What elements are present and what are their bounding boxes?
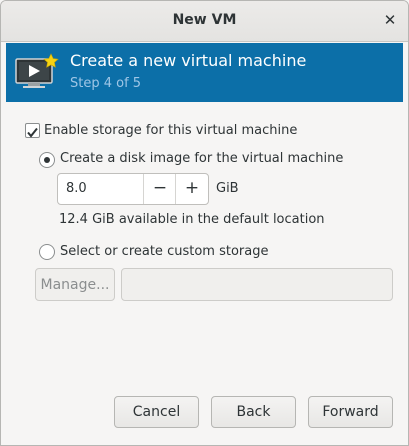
checkmark-icon (27, 127, 38, 138)
disk-image-radio[interactable] (39, 152, 55, 168)
close-icon[interactable]: ✕ (382, 12, 398, 28)
available-space-text: 12.4 GiB available in the default locati… (59, 212, 325, 227)
titlebar: New VM ✕ (1, 1, 408, 42)
manage-button[interactable]: Manage... (35, 268, 115, 301)
wizard-banner: Create a new virtual machine Step 4 of 5 (6, 43, 403, 102)
vm-monitor-star-icon (15, 53, 59, 88)
banner-title: Create a new virtual machine (70, 51, 307, 70)
disk-size-value[interactable]: 8.0 (66, 181, 87, 196)
increment-button[interactable]: + (175, 174, 208, 204)
decrement-button[interactable]: − (143, 174, 176, 204)
enable-storage-label[interactable]: Enable storage for this virtual machine (44, 123, 297, 138)
custom-storage-label[interactable]: Select or create custom storage (60, 244, 268, 259)
enable-storage-checkbox[interactable] (25, 123, 40, 138)
disk-size-spinbutton[interactable]: 8.0 − + (57, 173, 209, 205)
size-unit-label: GiB (216, 181, 239, 196)
custom-storage-path-field[interactable] (121, 268, 393, 301)
cancel-button[interactable]: Cancel (114, 396, 199, 428)
banner-step: Step 4 of 5 (70, 76, 142, 91)
forward-button[interactable]: Forward (308, 396, 393, 428)
back-button[interactable]: Back (211, 396, 296, 428)
window-title: New VM (172, 12, 237, 28)
new-vm-dialog: New VM ✕ Create a new virtual machine St… (0, 0, 409, 446)
custom-storage-radio[interactable] (39, 244, 55, 260)
disk-image-label[interactable]: Create a disk image for the virtual mach… (60, 151, 343, 166)
